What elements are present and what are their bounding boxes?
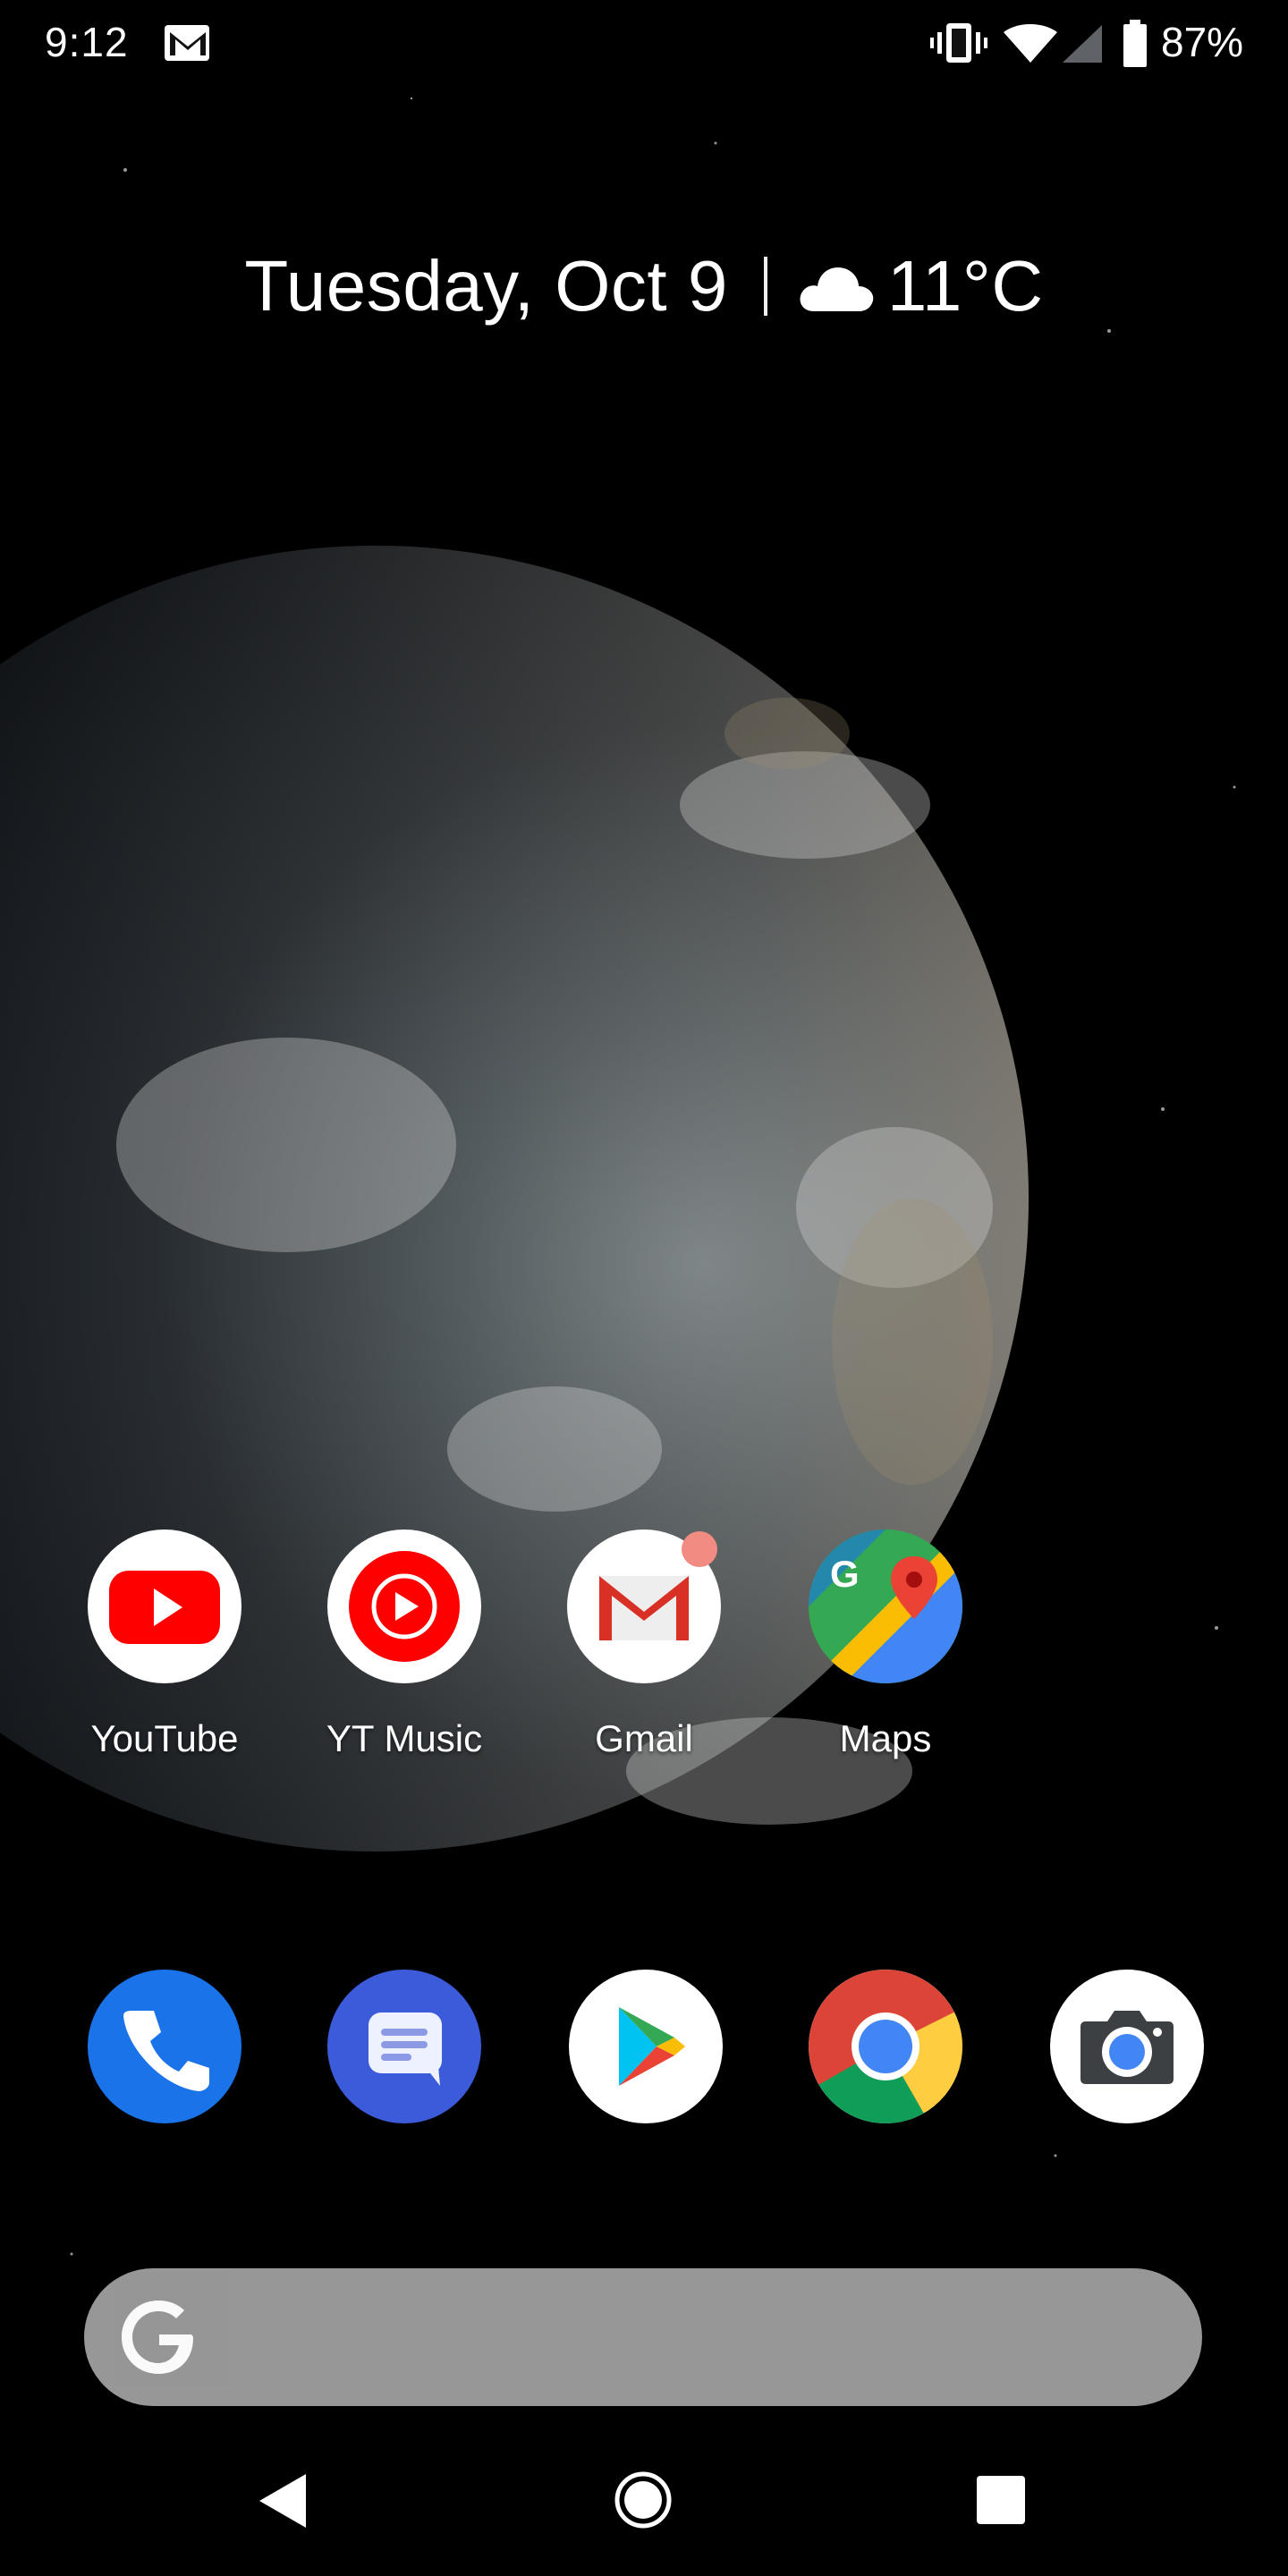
google-search-bar[interactable] (84, 2268, 1202, 2406)
app-label: Maps (839, 1717, 932, 1759)
messages-icon[interactable] (327, 1970, 481, 2123)
google-g-icon[interactable] (116, 2295, 200, 2379)
svg-text:G: G (830, 1553, 860, 1595)
navigation-bar (0, 2451, 1288, 2576)
app-maps[interactable]: G Maps (778, 1530, 993, 1760)
vibrate-icon (930, 23, 987, 63)
app-gmail[interactable]: Gmail (537, 1530, 751, 1760)
battery-icon (1123, 20, 1147, 67)
glance-divider (763, 257, 767, 316)
gmail-notification-icon (165, 25, 209, 61)
cell-signal-icon (1063, 25, 1102, 63)
play-store-icon[interactable] (569, 1970, 723, 2123)
recents-button[interactable] (977, 2476, 1025, 2524)
cloud-icon (800, 267, 874, 311)
earth-wallpaper (0, 0, 1288, 2576)
app-label: YT Music (326, 1717, 483, 1759)
app-label: YouTube (90, 1717, 239, 1759)
app-yt-music[interactable]: YT Music (297, 1530, 512, 1760)
back-button[interactable] (258, 2472, 308, 2529)
battery-percent: 87% (1161, 19, 1244, 65)
app-youtube[interactable]: YouTube (57, 1530, 272, 1760)
status-time: 9:12 (45, 19, 129, 65)
camera-icon[interactable] (1050, 1970, 1204, 2123)
maps-icon: G (809, 1530, 962, 1683)
app-label: Gmail (595, 1717, 693, 1759)
chrome-icon[interactable] (809, 1970, 962, 2123)
yt-music-icon (327, 1530, 481, 1683)
temperature-text[interactable]: 11°C (887, 245, 1044, 327)
status-bar: 9:12 87% (0, 0, 1288, 86)
youtube-icon (88, 1530, 242, 1683)
date-text[interactable]: Tuesday, Oct 9 (244, 245, 728, 327)
wifi-icon (1004, 24, 1057, 63)
phone-icon[interactable] (88, 1970, 242, 2123)
at-a-glance[interactable]: Tuesday, Oct 9 11°C (0, 242, 1288, 331)
home-button[interactable] (614, 2470, 673, 2529)
notification-dot (682, 1531, 717, 1567)
